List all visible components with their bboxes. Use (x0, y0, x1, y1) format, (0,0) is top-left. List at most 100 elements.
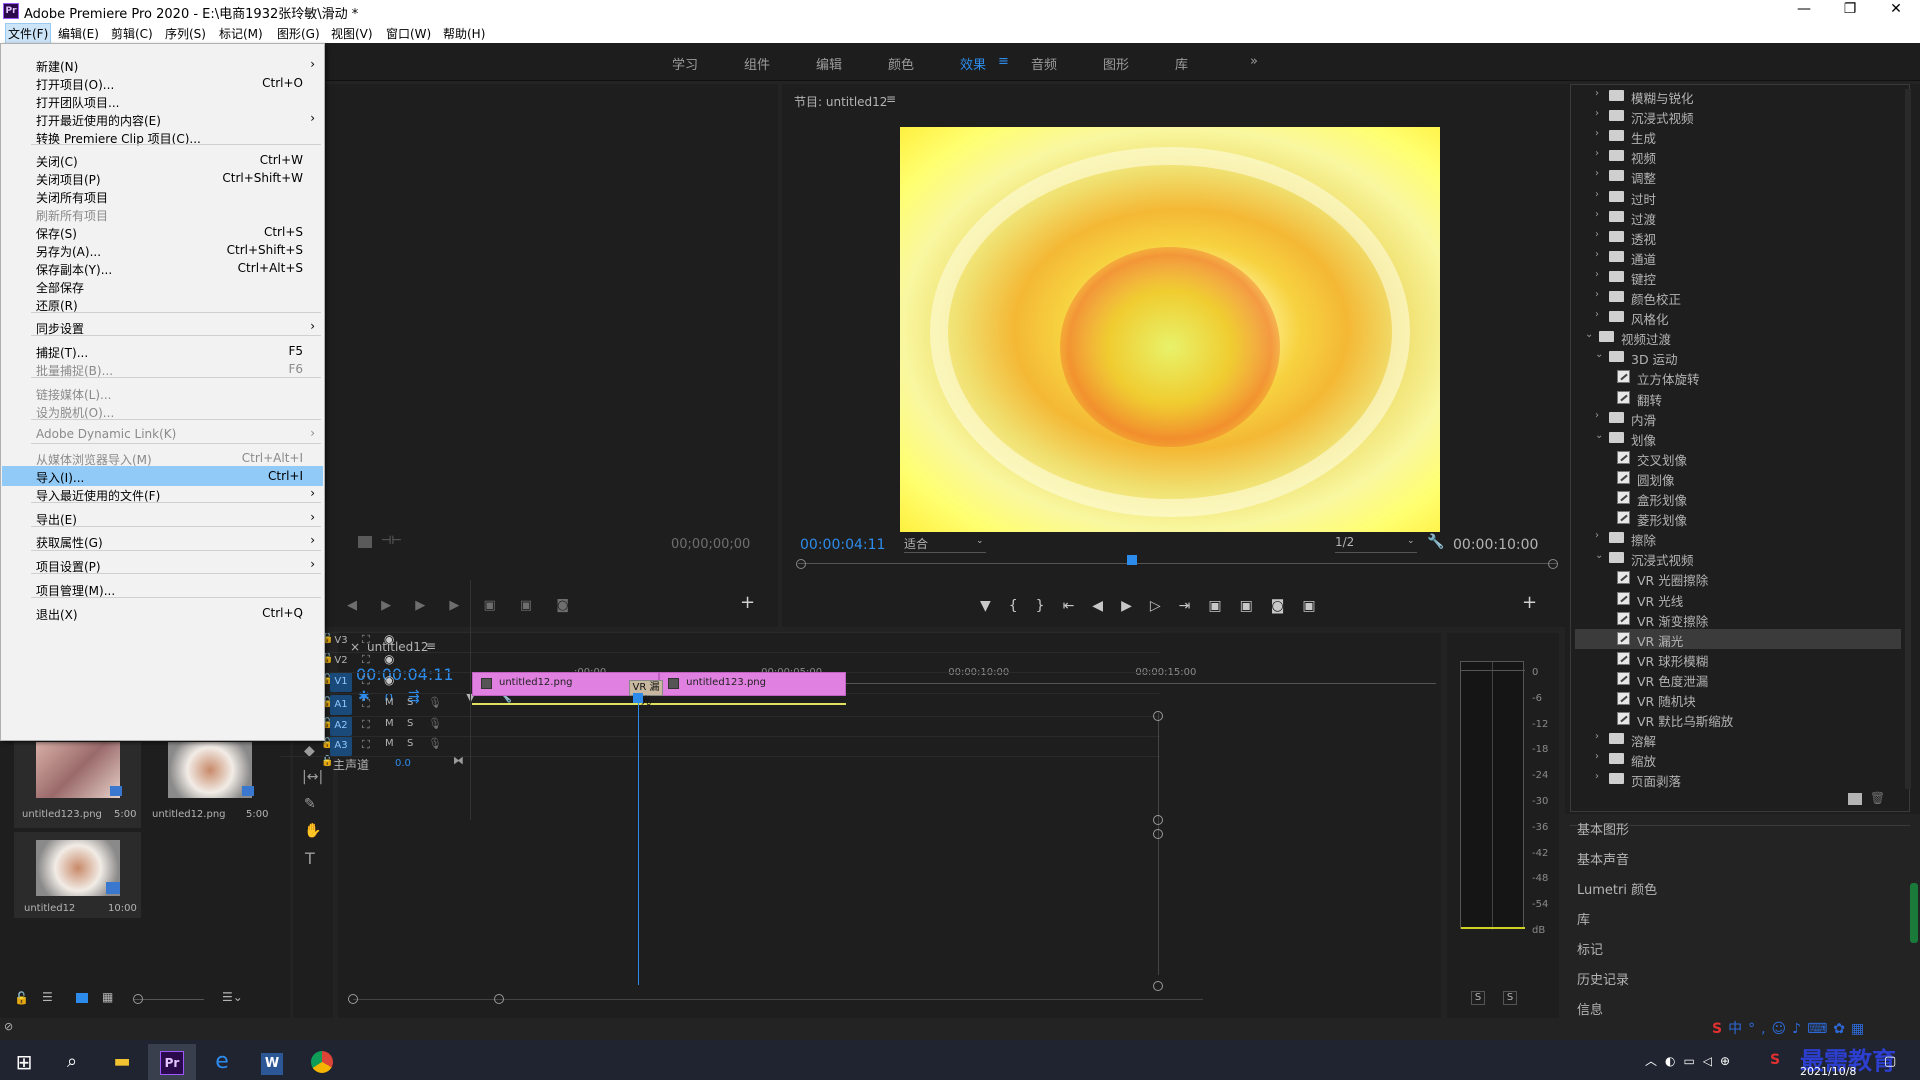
list-view-icon[interactable]: ☰ (42, 990, 53, 1004)
file-menu-item[interactable]: 导入最近使用的文件(F) › (2, 484, 323, 504)
effects-folder[interactable]: › 颜色校正 (1575, 287, 1901, 307)
chevron-right-icon[interactable]: › (1595, 108, 1599, 119)
solo-button[interactable]: S (407, 738, 413, 749)
effects-item[interactable]: VR 光圈擦除 (1575, 568, 1901, 588)
file-menu-item[interactable]: 关闭所有项目 (2, 186, 323, 206)
source-insert-icon[interactable]: ⊣⊢ (381, 533, 402, 547)
effects-item[interactable]: VR 默比乌斯缩放 (1575, 709, 1901, 729)
panel-essential-sound[interactable]: 基本声音 (1577, 849, 1629, 868)
program-menu-icon[interactable]: ≡ (886, 92, 896, 106)
panel-essential-graphics[interactable]: 基本图形 (1577, 819, 1629, 838)
icon-view-icon[interactable] (76, 993, 88, 1003)
effects-item[interactable]: VR 光线 (1575, 589, 1901, 609)
track-target-a2[interactable]: A2 (330, 716, 352, 736)
effects-folder[interactable]: › 透视 (1575, 227, 1901, 247)
chevron-right-icon[interactable]: › (1595, 731, 1599, 742)
vscroll-handle-mid[interactable] (1153, 815, 1163, 825)
toggle-sync-lock-icon[interactable]: ⛶ (362, 738, 370, 752)
sogou-tray-icon[interactable]: S (1770, 1052, 1780, 1068)
track-target-a3[interactable]: A3 (330, 736, 352, 756)
mute-button[interactable]: M (385, 718, 394, 729)
chevron-right-icon[interactable]: › (1595, 148, 1599, 159)
toggle-sync-lock-icon[interactable]: ⛶ (362, 653, 370, 667)
workspace-menu-icon[interactable]: ≡ (998, 54, 1009, 69)
vscroll-handle-mid2[interactable] (1153, 829, 1163, 839)
effects-folder[interactable]: › 溶解 (1575, 729, 1901, 749)
workspace-tab-audio[interactable]: 音频 (1031, 54, 1057, 73)
chevron-down-icon[interactable]: ⌄ (1585, 329, 1593, 340)
effects-item[interactable]: 立方体旋转 (1575, 367, 1901, 387)
microphone-icon[interactable]: 🎙 (428, 717, 442, 730)
file-explorer-icon[interactable]: ▬ (98, 1044, 146, 1080)
menu-view[interactable]: 视图(V) (331, 25, 373, 42)
chevron-right-icon[interactable]: › (1595, 410, 1599, 421)
effects-folder[interactable]: › 键控 (1575, 267, 1901, 287)
chevron-down-icon[interactable]: ⌄ (1595, 430, 1603, 441)
file-menu-item[interactable]: 关闭项目(P) Ctrl+Shift+W (2, 168, 323, 188)
effects-scrollbar[interactable] (1905, 89, 1911, 789)
chrome-icon[interactable] (298, 1044, 346, 1080)
freeform-view-icon[interactable]: ▦ (102, 990, 113, 1004)
toggle-sync-lock-icon[interactable]: ⛶ (362, 718, 370, 732)
close-button[interactable]: ✕ (1876, 1, 1916, 17)
effects-folder[interactable]: › 过时 (1575, 187, 1901, 207)
workspace-tab-graphics[interactable]: 图形 (1103, 54, 1129, 73)
effects-folder[interactable]: › 调整 (1575, 166, 1901, 186)
zoom-slider-handle[interactable] (133, 994, 143, 1004)
menu-edit[interactable]: 编辑(E) (58, 25, 99, 42)
menu-sequence[interactable]: 序列(S) (165, 25, 206, 42)
microphone-icon[interactable]: 🎙 (428, 696, 442, 709)
microphone-icon[interactable]: 🎙 (428, 737, 442, 750)
file-menu-item[interactable]: 打开团队项目... (2, 91, 323, 111)
source-add-button[interactable]: + (740, 592, 755, 613)
panel-history[interactable]: 历史记录 (1577, 969, 1629, 988)
menu-clip[interactable]: 剪辑(C) (111, 25, 153, 42)
meter-solo-left[interactable]: S (1471, 991, 1485, 1005)
toggle-sync-lock-icon[interactable]: ⛶ (362, 697, 370, 711)
menu-marker[interactable]: 标记(M) (219, 25, 263, 42)
effects-folder[interactable]: › 过渡 (1575, 207, 1901, 227)
word-icon[interactable]: W (248, 1044, 296, 1080)
chevron-down-icon[interactable]: ⌄ (1595, 550, 1603, 561)
file-menu-item[interactable]: 项目设置(P) › (2, 555, 323, 575)
timeline-playhead-handle[interactable] (633, 693, 644, 703)
effects-item[interactable]: VR 漏光 (1575, 628, 1901, 649)
effects-item[interactable]: 交叉划像 (1575, 448, 1901, 468)
file-menu-item[interactable]: 打开项目(O)... Ctrl+O (2, 73, 323, 93)
effects-folder[interactable]: › 缩放 (1575, 749, 1901, 769)
slip-tool-icon[interactable]: |↔| (302, 769, 323, 785)
file-menu-item[interactable]: 获取属性(G) › (2, 531, 323, 551)
effects-folder[interactable]: ⌄ 沉浸式视频 (1575, 548, 1901, 568)
program-current-timecode[interactable]: 00:00:04:11 (800, 537, 885, 553)
project-item[interactable]: untitled12 10:00 (14, 832, 141, 918)
eye-icon[interactable]: ◉ (384, 632, 394, 646)
panel-markers[interactable]: 标记 (1577, 939, 1603, 958)
restore-button[interactable]: ❐ (1830, 1, 1870, 17)
effects-item[interactable]: VR 随机块 (1575, 689, 1901, 709)
project-item[interactable]: untitled12.png 5:00 (146, 742, 273, 828)
chevron-right-icon[interactable]: › (1595, 209, 1599, 220)
vscroll-handle-bottom[interactable] (1153, 981, 1163, 991)
file-menu-item[interactable]: 还原(R) (2, 294, 323, 314)
mute-button[interactable]: M (385, 697, 394, 708)
file-menu-item[interactable]: 退出(X) Ctrl+Q (2, 603, 323, 623)
project-item[interactable]: untitled123.png 5:00 (14, 742, 141, 828)
chevron-right-icon[interactable]: › (1595, 88, 1599, 99)
effects-folder[interactable]: ⌄ 3D 运动 (1575, 347, 1901, 367)
effects-folder[interactable]: › 擦除 (1575, 528, 1901, 548)
eye-icon[interactable]: ◉ (384, 673, 394, 687)
hscroll-handle-left[interactable] (348, 994, 358, 1004)
hscroll-handle-right[interactable] (494, 994, 504, 1004)
program-add-button[interactable]: + (1522, 592, 1537, 613)
chevron-right-icon[interactable]: › (1595, 309, 1599, 320)
edge-icon[interactable]: e (198, 1044, 246, 1080)
file-menu-item[interactable]: 新建(N) › (2, 55, 323, 75)
track-target-v3[interactable]: V3 (330, 631, 352, 651)
menu-file[interactable]: 文件(F) (5, 23, 52, 44)
effects-item[interactable]: VR 色度泄漏 (1575, 669, 1901, 689)
file-menu-item[interactable]: 项目管理(M)... (2, 579, 323, 599)
chevron-right-icon[interactable]: › (1595, 771, 1599, 782)
mute-button[interactable]: M (385, 738, 394, 749)
chevron-right-icon[interactable]: › (1595, 168, 1599, 179)
file-menu-item[interactable]: 保存副本(Y)... Ctrl+Alt+S (2, 258, 323, 278)
